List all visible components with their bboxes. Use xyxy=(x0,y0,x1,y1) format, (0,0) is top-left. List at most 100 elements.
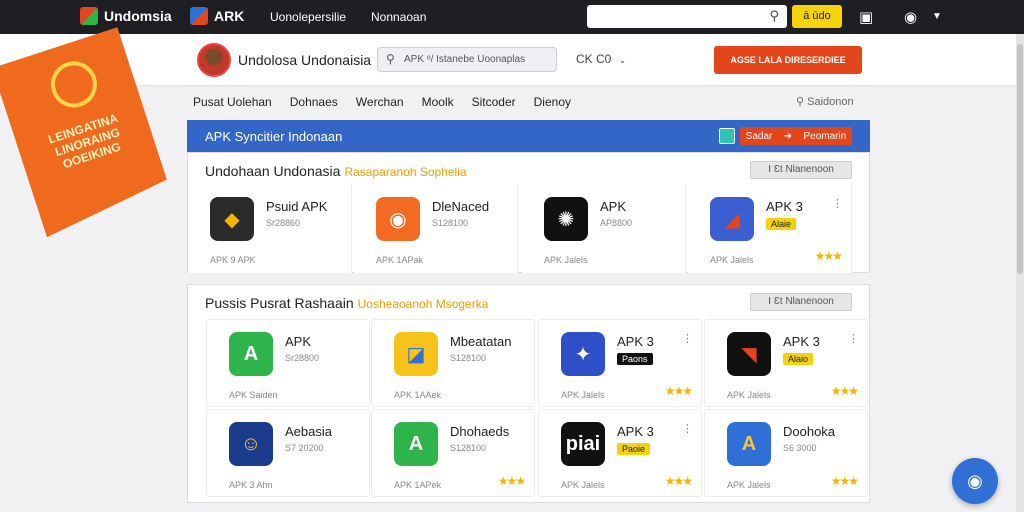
chevron-down-icon[interactable]: ▼ xyxy=(932,11,942,22)
search-icon: ⚲ xyxy=(386,52,395,66)
header-search-text: APK ᵒ/ Istanebe Uoonaplas xyxy=(404,54,526,65)
app-card[interactable]: ◢ APK 3 Alaie ⋮ APK Jalels ★★★ xyxy=(688,185,852,273)
app-icon[interactable]: A xyxy=(394,422,438,466)
app-footer-label: APK Saiden xyxy=(229,390,278,400)
app-meta: Sr28860 xyxy=(266,218,301,228)
app-icon[interactable]: ◥ xyxy=(727,332,771,376)
nav-item-4[interactable]: Moolk xyxy=(422,95,454,109)
app-card[interactable]: A Doohoka S6 3000 APK Jalels ★★★ xyxy=(704,409,868,497)
topbar-link-1[interactable]: Uonolepersilie xyxy=(270,10,346,24)
app-name[interactable]: APK 3 xyxy=(766,199,803,214)
app-icon[interactable]: ☺ xyxy=(229,422,273,466)
panel-action-button[interactable]: Sadar ➜ Peomarin xyxy=(740,127,852,145)
app-name[interactable]: Mbeatatan xyxy=(450,334,511,349)
bell-icon xyxy=(45,55,103,113)
app-tag-badge: Alaio xyxy=(783,353,814,365)
app-card[interactable]: A APK Sr28800 APK Saiden xyxy=(206,319,370,407)
language-label: CK C0 xyxy=(576,52,612,66)
app-name[interactable]: Psuid APK xyxy=(266,199,327,214)
app-meta: Sr28800 xyxy=(285,353,320,363)
topbar-link-2[interactable]: Nonnaoan xyxy=(371,10,426,24)
site-header: Undolosa Undonaisia ⚲ APK ᵒ/ Istanebe Uo… xyxy=(0,34,1024,86)
app-name[interactable]: APK 3 xyxy=(783,334,820,349)
app-footer-label: APK 1APek xyxy=(394,480,442,490)
app-icon[interactable]: ◪ xyxy=(394,332,438,376)
topbar-search-input[interactable]: ⚲ xyxy=(587,5,787,28)
panel-btn-right-label: Peomarin xyxy=(803,130,847,142)
app-meta: AP8800 xyxy=(600,218,633,228)
app-icon[interactable]: ◆ xyxy=(210,197,254,241)
nav-search-link[interactable]: ⚲ Saidonon xyxy=(796,95,854,108)
app-footer-label: APK Jalels xyxy=(727,390,771,400)
scrollbar[interactable] xyxy=(1016,34,1024,512)
app-name[interactable]: APK 3 xyxy=(617,334,654,349)
app-name[interactable]: APK 3 xyxy=(617,424,654,439)
section-title: Undohaan Undonasia Rasaparanoh Sophelia xyxy=(205,163,467,179)
section-title-text: Undohaan Undonasia xyxy=(205,163,341,179)
app-name[interactable]: Doohoka xyxy=(783,424,835,439)
section-more-button[interactable]: Ⅰ Ɛt Nlanenoon xyxy=(750,293,852,311)
app-name[interactable]: DleNaced xyxy=(432,199,489,214)
app-meta: S6 3000 xyxy=(783,443,817,453)
ark-mark-icon xyxy=(190,7,208,25)
nav-item-1[interactable]: Pusat Uolehan xyxy=(193,95,272,109)
app-meta: S7 20200 xyxy=(285,443,324,453)
app-tag-badge: Alaie xyxy=(766,218,797,230)
topbar-search-button[interactable]: ā ūdo xyxy=(792,5,842,28)
app-name[interactable]: APK xyxy=(600,199,626,214)
app-footer-label: APK Jalels xyxy=(561,480,605,490)
app-icon[interactable]: ◉ xyxy=(376,197,420,241)
more-icon[interactable]: ⋮ xyxy=(682,422,693,435)
app-card[interactable]: ◥ APK 3 Alaio ⋮ APK Jalels ★★★ xyxy=(704,319,868,407)
section-subtitle: Uosheaoanoh Msogerka xyxy=(357,297,489,311)
app-card[interactable]: ◆ Psuid APK Sr28860 APK 9 APK xyxy=(188,185,352,273)
app-icon-glyph: ✦ xyxy=(574,343,592,366)
app-card[interactable]: A Dhohaeds S128100 APK 1APek ★★★ xyxy=(371,409,535,497)
app-icon[interactable]: A xyxy=(727,422,771,466)
cta-button[interactable]: AGSE LALA DIRESERDIEE xyxy=(714,46,862,74)
app-meta: S128100 xyxy=(432,218,469,228)
app-card[interactable]: piai APK 3 Paoie ⋮ APK Jalels ★★★ xyxy=(538,409,702,497)
chat-icon[interactable]: ▣ xyxy=(859,8,873,26)
panel-btn-left-label: Sadar xyxy=(745,130,773,142)
avatar[interactable] xyxy=(197,43,231,77)
app-name[interactable]: Aebasia xyxy=(285,424,332,439)
app-meta: S128100 xyxy=(450,443,487,453)
nav-item-6[interactable]: Dienoy xyxy=(534,95,571,109)
app-tag-badge: Paons xyxy=(617,353,653,365)
app-icon[interactable]: ◢ xyxy=(710,197,754,241)
panel-toggle[interactable] xyxy=(719,128,735,144)
app-icon[interactable]: ✺ xyxy=(544,197,588,241)
app-icon[interactable]: A xyxy=(229,332,273,376)
app-card[interactable]: ✺ APK AP8800 APK Jalels xyxy=(522,185,686,273)
app-card[interactable]: ☺ Aebasia S7 20200 APK 3 Ahn xyxy=(206,409,370,497)
app-icon[interactable]: ✦ xyxy=(561,332,605,376)
nav-item-3[interactable]: Werchan xyxy=(356,95,404,109)
app-card[interactable]: ✦ APK 3 Paons ⋮ APK Jalels ★★★ xyxy=(538,319,702,407)
app-name[interactable]: APK xyxy=(285,334,311,349)
more-icon[interactable]: ⋮ xyxy=(832,197,843,210)
more-icon[interactable]: ⋮ xyxy=(848,332,859,345)
brand-mark-icon xyxy=(80,7,98,25)
app-icon-glyph: A xyxy=(243,342,259,365)
app-icon[interactable]: piai xyxy=(561,422,605,466)
app-name[interactable]: Dhohaeds xyxy=(450,424,509,439)
header-search-input[interactable]: ⚲ APK ᵒ/ Istanebe Uoonaplas xyxy=(377,47,557,72)
rating-stars-icon: ★★★ xyxy=(664,474,693,488)
more-icon[interactable]: ⋮ xyxy=(682,332,693,345)
language-selector[interactable]: CK C0 ⌄ xyxy=(576,52,626,66)
scrollbar-thumb[interactable] xyxy=(1017,44,1023,274)
profile-icon[interactable]: ◉ xyxy=(904,8,917,26)
chat-fab-button[interactable]: ◉ xyxy=(952,458,998,504)
app-card[interactable]: ◪ Mbeatatan S128100 APK 1AAek xyxy=(371,319,535,407)
nav-item-2[interactable]: Dohnaes xyxy=(290,95,338,109)
brand-logo-2[interactable]: ARK xyxy=(190,7,244,25)
site-title[interactable]: Undolosa Undonaisia xyxy=(238,52,371,68)
brand-name-1: Undomsia xyxy=(104,8,172,24)
app-footer-label: APK Jalels xyxy=(710,255,754,265)
search-icon[interactable]: ⚲ xyxy=(769,8,779,24)
brand-logo-1[interactable]: Undomsia xyxy=(80,7,172,25)
nav-item-5[interactable]: Sitcoder xyxy=(472,95,516,109)
app-card[interactable]: ◉ DleNaced S128100 APK 1APak xyxy=(354,185,518,273)
section-more-button[interactable]: Ⅰ Ɛt Nlanenoon xyxy=(750,161,852,179)
